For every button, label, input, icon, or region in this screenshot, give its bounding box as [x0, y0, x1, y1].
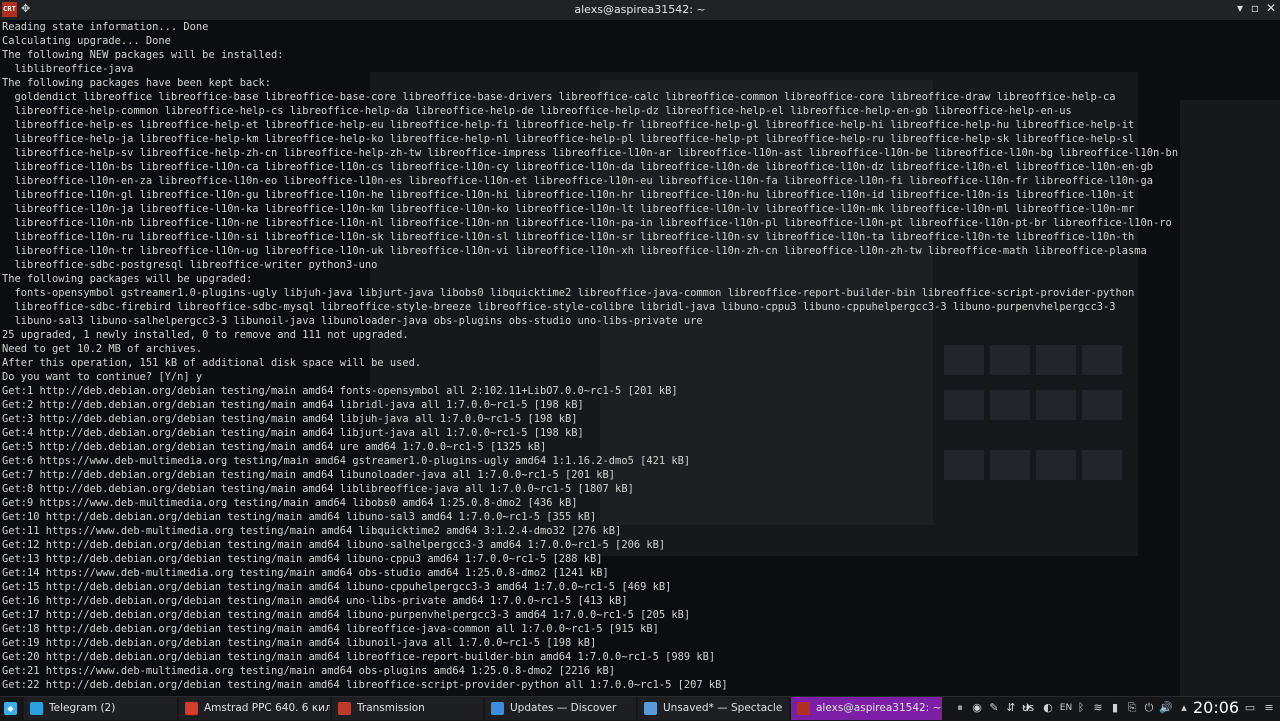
terminal-line: Get:8 http://deb.debian.org/debian testi…	[2, 483, 634, 495]
terminal-line: The following packages have been kept ba…	[2, 77, 271, 89]
taskbar-task-label: Updates — Discover	[510, 702, 617, 714]
terminal-line: libreoffice-l10n-en-za libreoffice-l10n-…	[2, 175, 1154, 187]
terminal-line: Get:14 https://www.deb-multimedia.org te…	[2, 567, 609, 579]
terminal-line: 25 upgraded, 1 newly installed, 0 to rem…	[2, 329, 409, 341]
terminal-line: libreoffice-help-common libreoffice-help…	[2, 105, 1072, 117]
media-pause-icon[interactable]: ⏸	[953, 701, 967, 715]
terminal-line: Get:13 http://deb.debian.org/debian test…	[2, 553, 603, 565]
terminal-line: fonts-opensymbol gstreamer1.0-plugins-ug…	[2, 287, 1135, 299]
taskbar-task[interactable]: Transmission	[332, 697, 483, 720]
terminal-line: libreoffice-l10n-nb libreoffice-l10n-ne …	[2, 217, 1172, 229]
terminal-line: Get:10 http://deb.debian.org/debian test…	[2, 511, 597, 523]
terminal-line: Get:7 http://deb.debian.org/debian testi…	[2, 469, 616, 481]
power-icon[interactable]: ⏻	[1142, 701, 1156, 715]
terminal-line: Get:1 http://deb.debian.org/debian testi…	[2, 385, 678, 397]
terminal-line: Get:12 http://deb.debian.org/debian test…	[2, 539, 666, 551]
menu-icon[interactable]: ≡	[1262, 701, 1276, 714]
terminal-output[interactable]: Reading state information... Done Calcula…	[0, 20, 1280, 696]
terminal-line: Get:9 https://www.deb-multimedia.org tes…	[2, 497, 578, 509]
language-indicator[interactable]: EN	[1058, 703, 1074, 713]
terminal-line: Get:17 http://deb.debian.org/debian test…	[2, 609, 691, 621]
terminal-line: Need to get 10.2 MB of archives.	[2, 343, 203, 355]
keyboard-layout-indicator[interactable]: us	[1022, 702, 1034, 714]
terminal-line: libreoffice-sdbc-firebird libreoffice-sd…	[2, 301, 1116, 313]
taskbar-task-label: Transmission	[357, 702, 425, 714]
network-icon[interactable]: ≋	[1091, 701, 1105, 714]
terminal-line: libreoffice-l10n-tr libreoffice-l10n-ug …	[2, 245, 1147, 257]
terminal-line: Get:2 http://deb.debian.org/debian testi…	[2, 399, 584, 411]
youtube-browser-icon	[185, 702, 198, 715]
terminal-line: Get:20 http://deb.debian.org/debian test…	[2, 651, 716, 663]
app-launcher-icon: ◆	[4, 701, 17, 715]
taskbar-task[interactable]: Updates — Discover	[485, 697, 636, 720]
terminal-line: Get:19 http://deb.debian.org/debian test…	[2, 637, 597, 649]
terminal-line: libreoffice-l10n-ja libreoffice-l10n-ka …	[2, 203, 1135, 215]
terminal-line: Reading state information... Done	[2, 21, 209, 33]
taskbar-task-label: Unsaved* — Spectacle	[663, 702, 783, 714]
discover-icon	[491, 702, 504, 715]
terminal-line: libreoffice-l10n-gl libreoffice-l10n-gu …	[2, 189, 1135, 201]
terminal-line: libreoffice-help-ja libreoffice-help-km …	[2, 133, 1135, 145]
terminal-line: libreoffice-help-es libreoffice-help-et …	[2, 119, 1135, 131]
maximize-button[interactable]: ▫	[1248, 1, 1262, 15]
terminal-line: Do you want to continue? [Y/n] y	[2, 371, 203, 383]
terminal-line: Get:16 http://deb.debian.org/debian test…	[2, 595, 628, 607]
battery-icon[interactable]: ▮	[1108, 701, 1122, 714]
terminal-line: After this operation, 151 kB of addition…	[2, 357, 422, 369]
terminal-line: Get:6 https://www.deb-multimedia.org tes…	[2, 455, 691, 467]
terminal-line: The following packages will be upgraded:	[2, 273, 253, 285]
volume-icon[interactable]: 🔊	[1159, 701, 1173, 714]
taskbar-task-label: alexs@aspirea31542: ~	[816, 702, 942, 714]
window-title: alexs@aspirea31542: ~	[574, 3, 706, 16]
terminal-line: Get:3 http://deb.debian.org/debian testi…	[2, 413, 578, 425]
terminal-line: libreoffice-l10n-ru libreoffice-l10n-si …	[2, 231, 1135, 243]
obs-tray-icon[interactable]: ◉	[970, 701, 984, 714]
taskbar-task-label: Telegram (2)	[49, 702, 116, 714]
show-desktop-icon[interactable]: ▭	[1243, 701, 1257, 714]
minimize-button[interactable]: ▾	[1233, 1, 1247, 15]
terminal-line: Get:15 http://deb.debian.org/debian test…	[2, 581, 672, 593]
clipboard-icon[interactable]: ⎘	[1125, 701, 1139, 715]
close-button[interactable]: ✕	[1264, 1, 1278, 15]
terminal-line: The following NEW packages will be insta…	[2, 49, 284, 61]
terminal-line: Get:22 http://deb.debian.org/debian test…	[2, 679, 728, 691]
clock[interactable]: 20:06	[1193, 698, 1239, 717]
telegram-icon	[30, 702, 43, 715]
tray-expand-icon[interactable]: ▴	[1177, 701, 1191, 714]
transmission-icon	[338, 702, 351, 715]
notes-tray-icon[interactable]: ✎	[987, 701, 1001, 714]
terminal-line: Get:5 http://deb.debian.org/debian testi…	[2, 441, 547, 453]
terminal-line: liblibreoffice-java	[2, 63, 134, 75]
updates-tray-icon[interactable]: ⇵	[1004, 701, 1018, 714]
terminal-line: Get:4 http://deb.debian.org/debian testi…	[2, 427, 584, 439]
terminal-line: libreoffice-help-sv libreoffice-help-zh-…	[2, 147, 1179, 159]
taskbar-task[interactable]: Unsaved* — Spectacle	[638, 697, 789, 720]
taskbar: Telegram (2) Amstrad PPC 640. 6 кило пор.…	[0, 696, 1280, 721]
terminal-line: libreoffice-l10n-bs libreoffice-l10n-ca …	[2, 161, 1154, 173]
terminal-line: goldendict libreoffice libreoffice-base …	[2, 91, 1116, 103]
app-launcher-button[interactable]: ◆	[0, 697, 22, 720]
firefox-tray-icon[interactable]: ◐	[1040, 701, 1056, 714]
terminal-line: libreoffice-sdbc-postgresql libreoffice-…	[2, 259, 378, 271]
terminal-line: libuno-sal3 libuno-salhelpergcc3-3 libun…	[2, 315, 703, 327]
taskbar-task-label: Amstrad PPC 640. 6 кило пор...	[204, 702, 330, 714]
taskbar-task[interactable]: Telegram (2)	[24, 697, 177, 720]
terminal-line: Get:11 https://www.deb-multimedia.org te…	[2, 525, 622, 537]
bluetooth-icon[interactable]: ᛒ	[1074, 701, 1088, 714]
terminal-line: Get:21 https://www.deb-multimedia.org te…	[2, 665, 616, 677]
taskbar-task[interactable]: Amstrad PPC 640. 6 кило пор...	[179, 697, 330, 720]
terminal-icon	[797, 702, 810, 715]
spectacle-icon	[644, 702, 657, 715]
terminal-line: Calculating upgrade... Done	[2, 35, 171, 47]
window-titlebar[interactable]: CRT ✥ alexs@aspirea31542: ~ ▾ ▫ ✕	[0, 0, 1280, 20]
terminal-line: Get:18 http://deb.debian.org/debian test…	[2, 623, 659, 635]
taskbar-task[interactable]: alexs@aspirea31542: ~	[791, 697, 942, 720]
